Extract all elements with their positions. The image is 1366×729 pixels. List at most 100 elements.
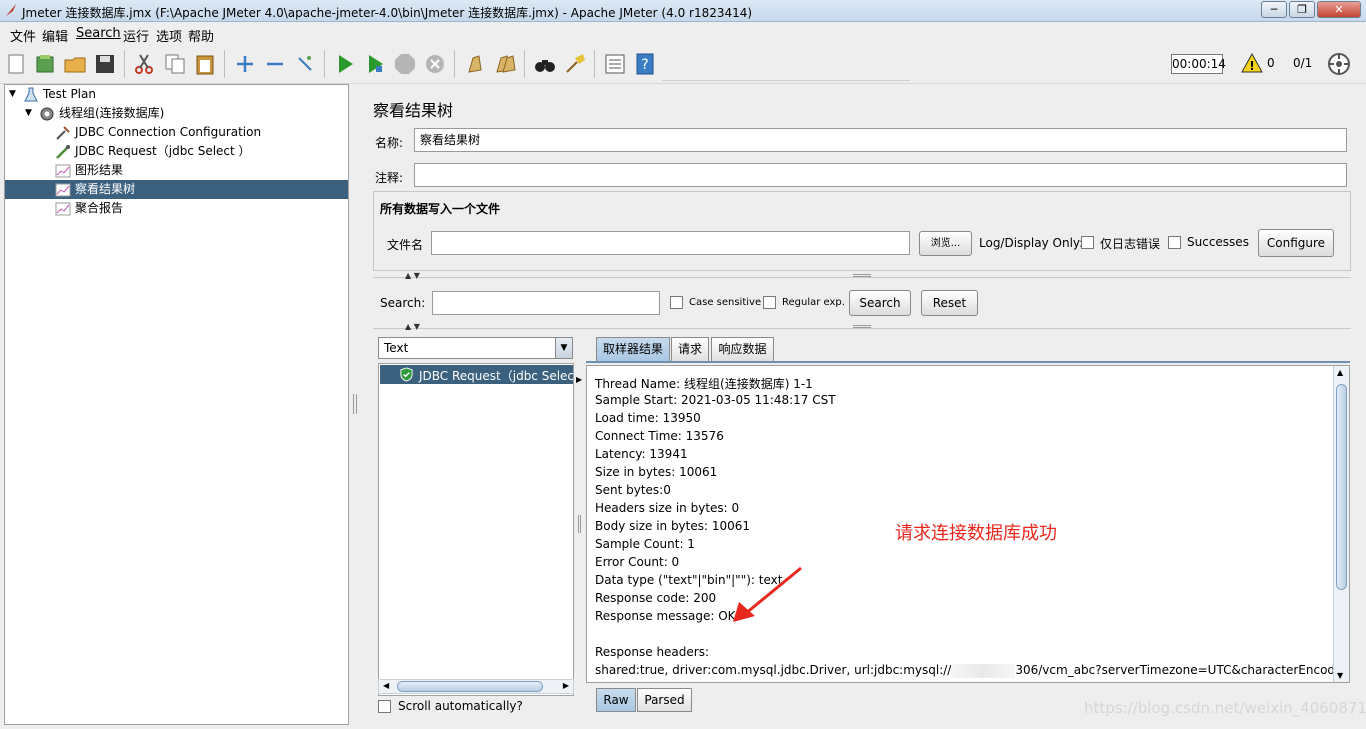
reset-search-broom-icon[interactable]: [563, 52, 587, 76]
svg-text:!: !: [1249, 59, 1254, 73]
tab-sampler-result[interactable]: 取样器结果: [596, 337, 670, 361]
new-icon[interactable]: [4, 52, 28, 76]
annotation-arrow-icon: [733, 566, 802, 622]
start-icon[interactable]: [333, 52, 357, 76]
toggle-icon[interactable]: [293, 52, 317, 76]
remote-status-icon: [1328, 53, 1350, 75]
divider-grip[interactable]: [853, 325, 871, 328]
tree-item-aggregate-report[interactable]: 聚合报告: [5, 199, 348, 218]
blurred-host: [951, 663, 1016, 678]
scroll-auto-label: Scroll automatically?: [398, 699, 523, 713]
chevron-down-icon[interactable]: ▼: [555, 338, 572, 358]
tab-response-data[interactable]: 响应数据: [711, 337, 774, 361]
tree-item-jdbc-config[interactable]: JDBC Connection Configuration: [5, 123, 348, 142]
active-threads: 0/1: [1293, 56, 1313, 70]
comment-label: 注释:: [375, 171, 404, 185]
search-binoculars-icon[interactable]: [533, 52, 557, 76]
tree-item-thread-group[interactable]: ▼ 线程组(连接数据库): [5, 104, 348, 123]
toolbar-separator: [524, 50, 525, 78]
tree-label: JDBC Request（jdbc Select ）: [75, 144, 251, 158]
jmeter-feather-icon: [6, 4, 16, 16]
tree-item-view-results-tree[interactable]: 察看结果树: [5, 180, 348, 199]
paste-icon[interactable]: [193, 52, 217, 76]
menu-help[interactable]: 帮助: [188, 26, 214, 45]
start-no-pauses-icon[interactable]: [363, 52, 387, 76]
results-splitter[interactable]: ▶: [576, 337, 584, 717]
scroll-right-icon[interactable]: ▶: [563, 681, 569, 690]
search-button[interactable]: Search: [849, 290, 911, 316]
renderer-select-value: Text: [384, 341, 409, 355]
filename-field[interactable]: [431, 231, 910, 255]
sample-item[interactable]: JDBC Request（jdbc Select: [380, 365, 573, 384]
stop-icon[interactable]: [393, 52, 417, 76]
configure-button[interactable]: Configure: [1258, 229, 1334, 257]
sampler-result-text[interactable]: Thread Name: 线程组(连接数据库) 1-1 Sample Start:…: [586, 365, 1350, 683]
copy-icon[interactable]: [163, 52, 187, 76]
scroll-thumb[interactable]: [1336, 384, 1347, 590]
tree-item-test-plan[interactable]: ▼ Test Plan: [5, 85, 348, 104]
search-input[interactable]: [432, 291, 660, 315]
errors-only-checkbox[interactable]: [1081, 236, 1094, 249]
tab-request[interactable]: 请求: [671, 337, 709, 361]
tree-item-graph-results[interactable]: 图形结果: [5, 161, 348, 180]
minimize-button[interactable]: ─: [1261, 1, 1287, 18]
name-field[interactable]: 察看结果树: [414, 128, 1347, 152]
menu-file[interactable]: 文件: [10, 26, 36, 45]
detail-v-scrollbar[interactable]: ▲ ▼: [1333, 366, 1349, 682]
success-annotation: 请求连接数据库成功: [895, 523, 1057, 544]
tab-raw[interactable]: Raw: [596, 688, 636, 712]
warning-icon[interactable]: !: [1241, 53, 1263, 73]
split-arrows-icon[interactable]: ▲ ▼: [405, 322, 420, 331]
save-icon[interactable]: [93, 52, 117, 76]
collapse-toggle[interactable]: ▼: [9, 90, 18, 99]
case-sensitive-checkbox[interactable]: [670, 296, 683, 309]
splitter-arrow-icon[interactable]: ▶: [576, 375, 582, 384]
scroll-up-icon[interactable]: ▲: [1337, 368, 1343, 377]
help-icon[interactable]: ?: [633, 52, 657, 76]
scroll-thumb[interactable]: [397, 681, 543, 692]
maximize-button[interactable]: ❐: [1289, 1, 1315, 18]
svg-text:?: ?: [641, 57, 648, 73]
clear-all-icon[interactable]: [493, 52, 517, 76]
scroll-left-icon[interactable]: ◀: [383, 681, 389, 690]
split-arrows-icon[interactable]: ▲ ▼: [405, 271, 420, 280]
expand-icon[interactable]: [233, 52, 257, 76]
menu-search[interactable]: Search: [76, 26, 121, 41]
clear-icon[interactable]: [463, 52, 487, 76]
file-section-title: 所有数据写入一个文件: [380, 202, 501, 216]
shutdown-icon[interactable]: [423, 52, 447, 76]
toolbar-separator: [324, 50, 325, 78]
sample-list-h-scrollbar[interactable]: ◀ ▶: [378, 679, 574, 694]
regex-checkbox[interactable]: [763, 296, 776, 309]
collapse-toggle[interactable]: ▼: [25, 109, 34, 118]
tree-item-jdbc-request[interactable]: JDBC Request（jdbc Select ）: [5, 142, 348, 161]
divider-grip[interactable]: [853, 274, 871, 277]
menu-options[interactable]: 选项: [156, 26, 182, 45]
comment-field[interactable]: [414, 163, 1347, 187]
menu-edit[interactable]: 编辑: [42, 26, 68, 45]
graph-icon: [55, 202, 71, 216]
function-helper-icon[interactable]: [603, 52, 627, 76]
close-button[interactable]: ✕: [1317, 1, 1361, 18]
reset-button[interactable]: Reset: [921, 290, 978, 316]
detail-line: Sample Count: 1: [595, 537, 695, 551]
gear-icon: [40, 107, 54, 121]
templates-icon[interactable]: [33, 52, 57, 76]
toolbar-underline: [662, 80, 910, 81]
successes-checkbox[interactable]: [1168, 236, 1181, 249]
tree-label: 图形结果: [75, 163, 124, 177]
detail-line: Headers size in bytes: 0: [595, 501, 740, 515]
renderer-select[interactable]: Text ▼: [378, 337, 573, 359]
tab-parsed[interactable]: Parsed: [637, 688, 692, 712]
scroll-auto-checkbox[interactable]: [378, 700, 391, 713]
detail-line: Size in bytes: 10061: [595, 465, 718, 479]
collapse-icon[interactable]: [263, 52, 287, 76]
name-label: 名称:: [375, 136, 404, 150]
menu-run[interactable]: 运行: [123, 26, 149, 45]
open-icon[interactable]: [63, 52, 87, 76]
scroll-down-icon[interactable]: ▼: [1337, 671, 1343, 680]
browse-button[interactable]: 浏览...: [919, 231, 972, 256]
main-splitter[interactable]: [350, 84, 360, 725]
tree-label: 聚合报告: [75, 201, 124, 215]
cut-icon[interactable]: [132, 52, 156, 76]
